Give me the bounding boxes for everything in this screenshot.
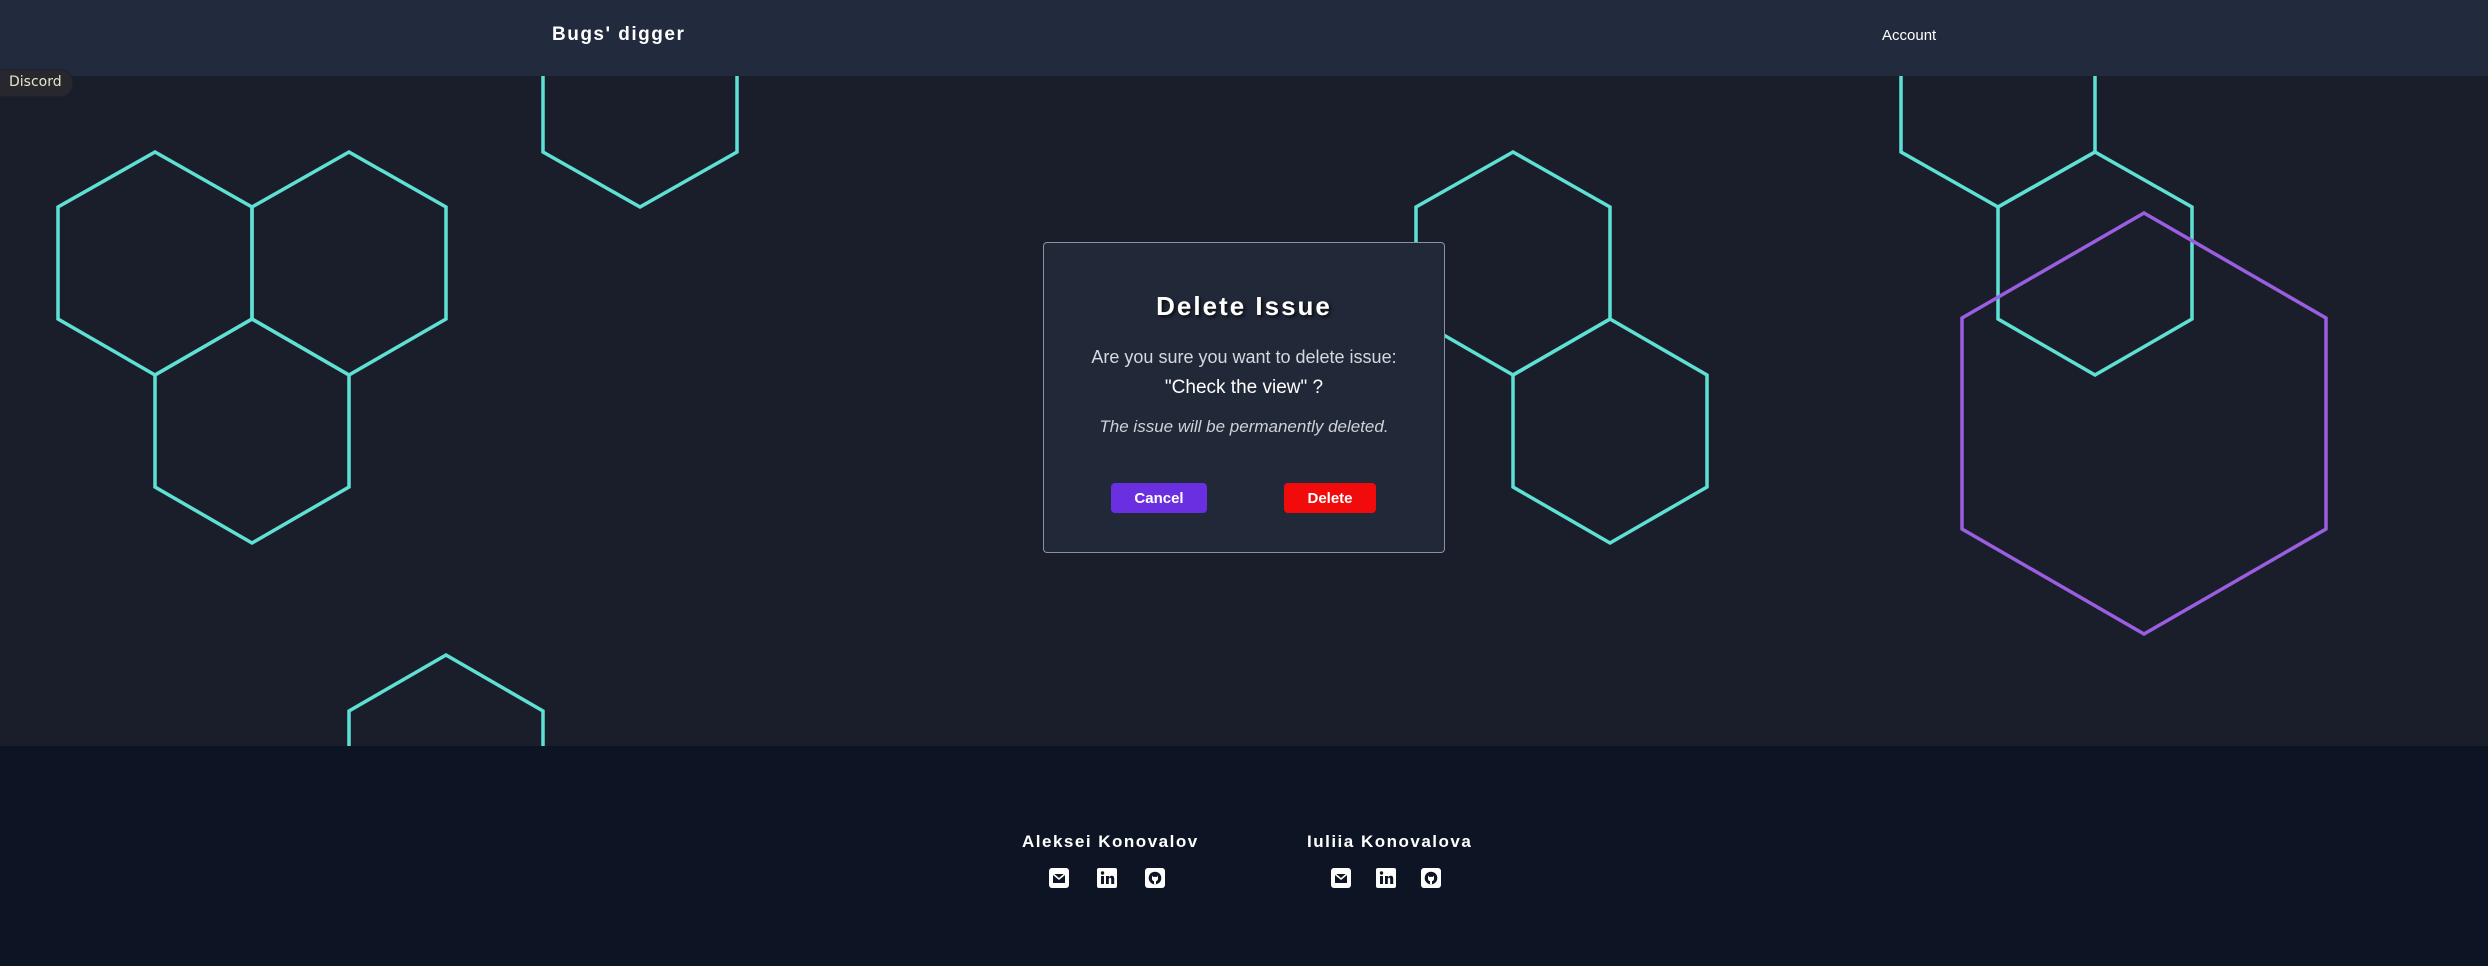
email-icon[interactable]: [1048, 867, 1070, 889]
hexagon-decoration: [1511, 316, 1709, 546]
email-icon[interactable]: [1330, 867, 1352, 889]
dialog-warning: The issue will be permanently deleted.: [1099, 417, 1389, 436]
github-icon[interactable]: [1144, 867, 1166, 889]
hexagon-decoration: [1414, 149, 1612, 378]
dialog-title: Delete Issue: [1156, 291, 1332, 321]
hexagon-decoration: [153, 316, 351, 546]
brand-logo-link[interactable]: Bugs' digger: [552, 24, 685, 46]
author-name: Aleksei Konovalov: [1022, 832, 1199, 851]
linkedin-icon[interactable]: [1375, 867, 1397, 889]
hexagon-decoration: [1996, 149, 2194, 378]
account-link[interactable]: Account: [1882, 27, 1936, 44]
author-name: Iuliia Konovalova: [1307, 832, 1473, 851]
hexagon-decoration: [250, 149, 448, 378]
hexagon-decoration: [347, 652, 545, 746]
footer: Aleksei Konovalov Iuliia Konovalova: [0, 746, 2488, 966]
dialog-question: Are you sure you want to delete issue:: [1091, 347, 1397, 367]
hexagon-decoration: [541, 76, 739, 210]
cancel-button[interactable]: Cancel: [1111, 483, 1207, 513]
delete-issue-dialog: Delete Issue Are you sure you want to de…: [1043, 242, 1445, 553]
page: Bugs' digger Account Discord Delete Issu…: [0, 0, 2488, 966]
hexagon-decoration: [56, 149, 254, 378]
github-icon[interactable]: [1420, 867, 1442, 889]
delete-button[interactable]: Delete: [1284, 483, 1376, 513]
top-navbar: Bugs' digger Account: [0, 0, 2488, 76]
hexagon-decoration-purple: [1960, 210, 2328, 637]
linkedin-icon[interactable]: [1096, 867, 1118, 889]
hexagon-decoration: [1899, 76, 2097, 210]
discord-tab[interactable]: Discord: [0, 70, 72, 96]
issue-name: "Check the view" ?: [1164, 377, 1324, 398]
